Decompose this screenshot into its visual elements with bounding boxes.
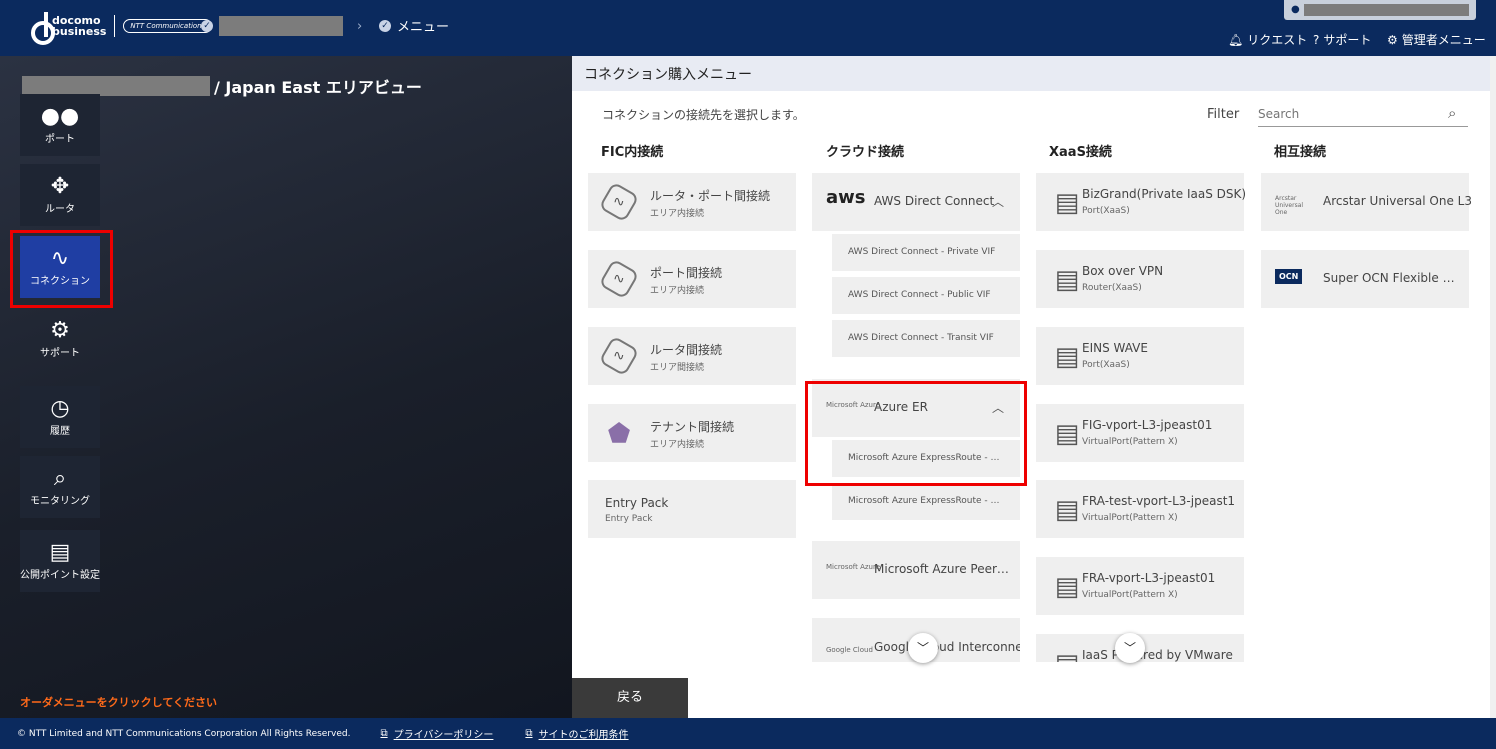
- xaas-list-icon: ▤: [1054, 572, 1080, 602]
- docomo-d-mark: [31, 12, 55, 45]
- card-router-port-connection[interactable]: ∿ ルータ・ポート間接続 エリア内接続: [588, 173, 796, 231]
- admin-menu-link[interactable]: ⚙ 管理者メニュー: [1387, 31, 1486, 48]
- connection-hex-icon: ∿: [598, 181, 640, 223]
- area-view-panel: / Japan East エリアビュー ●● ポート ✥ ルータ ∿ コネクショ…: [0, 56, 572, 718]
- terms-of-use-link[interactable]: ⧉ サイトのご利用条件: [525, 726, 628, 741]
- docomo-business-logo[interactable]: docomo business NTT Communications: [31, 12, 213, 45]
- column-header-xaas: XaaS接続: [1049, 145, 1112, 160]
- support-link[interactable]: ? サポート: [1313, 31, 1371, 48]
- nav-support[interactable]: ⚙ サポート: [20, 308, 100, 370]
- highlight-box-azure: [805, 381, 1027, 486]
- connection-purchase-menu: コネクション購入メニュー コネクションの接続先を選択します。 Filter ⌕ …: [572, 56, 1490, 718]
- card-router-connection[interactable]: ∿ ルータ間接続 エリア間接続: [588, 327, 796, 385]
- top-header: docomo business NTT Communications ✓ › ✓ …: [0, 0, 1496, 56]
- connection-hex-icon: ∿: [598, 258, 640, 300]
- external-link-icon: ⧉: [525, 728, 533, 739]
- card-aws-direct-connect[interactable]: aws AWS Direct Connect ︿: [812, 173, 1020, 231]
- sub-aws-private-vif[interactable]: AWS Direct Connect - Private VIF: [832, 234, 1020, 271]
- check-icon: ✓: [379, 19, 391, 32]
- xaas-list-icon: ▤: [1054, 342, 1080, 372]
- xaas-list-icon: ▤: [1054, 265, 1080, 295]
- masked-area-name: [22, 76, 210, 96]
- column-header-fic: FIC内接続: [601, 145, 664, 160]
- card-fig-vport[interactable]: ▤ FIG-vport-L3-jpeast01 VirtualPort(Patt…: [1036, 404, 1244, 462]
- user-icon: ●: [1291, 4, 1300, 15]
- tenant-connection-icon: ⬟: [607, 419, 631, 449]
- back-button[interactable]: 戻る: [572, 678, 688, 718]
- card-fra-test-vport[interactable]: ▤ FRA-test-vport-L3-jpeast1 VirtualPort(…: [1036, 480, 1244, 538]
- breadcrumb-menu[interactable]: ✓ メニュー: [379, 16, 449, 35]
- nav-history[interactable]: ◷ 履歴: [20, 386, 100, 448]
- external-link-icon: ⧉: [380, 728, 388, 739]
- nav-port[interactable]: ●● ポート: [20, 94, 100, 156]
- public-point-icon: ▤: [49, 540, 71, 565]
- card-azure-peering-service[interactable]: Microsoft Azure Microsoft Azure Peering …: [812, 541, 1020, 599]
- card-super-ocn-flexible-connect[interactable]: OCN Super OCN Flexible Connect: [1261, 250, 1469, 308]
- card-arcstar-universal-one[interactable]: Arcstar Universal One Arcstar Universal …: [1261, 173, 1472, 231]
- connection-hex-icon: ∿: [598, 335, 640, 377]
- card-fra-vport[interactable]: ▤ FRA-vport-L3-jpeast01 VirtualPort(Patt…: [1036, 557, 1244, 615]
- highlight-box-connection: [10, 230, 113, 308]
- nav-router[interactable]: ✥ ルータ: [20, 164, 100, 226]
- chevron-down-icon: ﹀: [916, 641, 929, 655]
- masked-tenant-name: [219, 16, 343, 36]
- footer: © NTT Limited and NTT Communications Cor…: [0, 718, 1496, 749]
- check-icon: ✓: [201, 20, 213, 32]
- aws-logo: aws: [826, 187, 866, 208]
- card-eins-wave[interactable]: ▤ EINS WAVE Port(XaaS): [1036, 327, 1244, 385]
- sub-azure-expressroute-microsoft[interactable]: Microsoft Azure ExpressRoute - Microsoft: [832, 483, 1020, 520]
- scroll-down-button-xaas[interactable]: ﹀: [1115, 633, 1145, 663]
- filter-label: Filter: [1207, 107, 1240, 122]
- xaas-list-icon: ▤: [1054, 419, 1080, 449]
- copyright-text: © NTT Limited and NTT Communications Cor…: [17, 728, 351, 739]
- breadcrumb-tenant[interactable]: ✓ ›: [201, 16, 362, 36]
- xaas-list-icon: ▤: [1050, 647, 1084, 662]
- sub-aws-public-vif[interactable]: AWS Direct Connect - Public VIF: [832, 277, 1020, 314]
- search-icon: ⌕: [1448, 104, 1457, 122]
- nav-public-point[interactable]: ▤ 公開ポイント設定: [20, 530, 100, 592]
- ocn-logo: OCN: [1275, 269, 1303, 284]
- card-bizgrand[interactable]: ▤ BizGrand(Private IaaS DSK) Port(XaaS): [1036, 173, 1246, 231]
- card-entry-pack[interactable]: Entry Pack Entry Pack: [588, 480, 796, 538]
- question-icon: ?: [1313, 32, 1320, 47]
- chevron-right-icon: ›: [357, 18, 363, 34]
- user-account-box[interactable]: ●: [1284, 0, 1476, 20]
- card-tenant-connection[interactable]: ⬟ テナント間接続 エリア内接続: [588, 404, 796, 462]
- scroll-down-button-cloud[interactable]: ﹀: [908, 633, 938, 663]
- microsoft-azure-logo: Microsoft Azure: [826, 563, 881, 571]
- arcstar-logo: Arcstar Universal One: [1275, 195, 1304, 216]
- card-port-connection[interactable]: ∿ ポート間接続 エリア内接続: [588, 250, 796, 308]
- card-box-over-vpn[interactable]: ▤ Box over VPN Router(XaaS): [1036, 250, 1244, 308]
- column-header-mutual: 相互接続: [1274, 145, 1327, 160]
- port-icon: ●●: [40, 104, 80, 129]
- masked-user-name: [1304, 4, 1469, 16]
- chevron-down-icon: ﹀: [1123, 641, 1136, 655]
- panel-description: コネクションの接続先を選択します。: [602, 108, 805, 122]
- scrollbar[interactable]: [1490, 56, 1496, 718]
- search-input[interactable]: [1258, 102, 1468, 127]
- nav-monitoring[interactable]: ⌕ モニタリング: [20, 456, 100, 518]
- bell-icon: 🔔︎: [1228, 32, 1244, 47]
- xaas-list-icon: ▤: [1054, 495, 1080, 525]
- chevron-up-icon[interactable]: ︿: [992, 193, 1004, 210]
- support-icon: ⚙: [50, 318, 70, 343]
- sub-aws-transit-vif[interactable]: AWS Direct Connect - Transit VIF: [832, 320, 1020, 357]
- ntt-communications-logo: NTT Communications: [123, 19, 213, 33]
- logo-wordmark: docomo business: [52, 14, 107, 38]
- panel-title: コネクション購入メニュー: [572, 56, 1490, 91]
- monitoring-icon: ⌕: [53, 466, 67, 491]
- column-header-cloud: クラウド接続: [826, 145, 905, 160]
- gear-icon: ⚙: [1387, 32, 1398, 47]
- privacy-policy-link[interactable]: ⧉ プライバシーポリシー: [380, 726, 493, 741]
- google-cloud-logo: Google Cloud: [826, 646, 873, 654]
- order-message: オーダメニューをクリックしてください: [20, 696, 218, 709]
- xaas-list-icon: ▤: [1054, 188, 1080, 218]
- request-link[interactable]: 🔔︎ リクエスト: [1228, 31, 1307, 48]
- router-icon: ✥: [50, 174, 70, 199]
- history-icon: ◷: [50, 396, 70, 421]
